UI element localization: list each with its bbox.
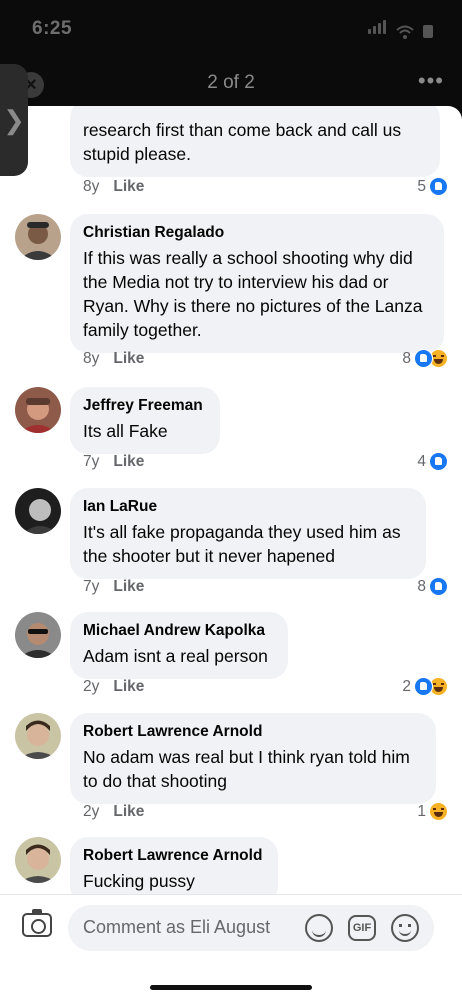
reaction-summary[interactable]: 4 bbox=[417, 452, 448, 471]
like-button[interactable]: Like bbox=[113, 178, 144, 195]
reaction-summary[interactable]: 5 bbox=[417, 177, 448, 196]
like-reaction-icon bbox=[414, 677, 433, 696]
avatar[interactable] bbox=[15, 214, 61, 260]
like-button[interactable]: Like bbox=[113, 578, 144, 595]
status-time: 6:25 bbox=[32, 18, 73, 39]
reaction-count: 8 bbox=[417, 577, 426, 595]
comment-age: 2y bbox=[83, 678, 100, 695]
viewer-top-bar: × 2 of 2 ••• bbox=[0, 62, 462, 106]
comment-text: Fucking pussy bbox=[83, 871, 195, 891]
avatar[interactable] bbox=[15, 713, 61, 759]
commenter-name[interactable]: Ian LaRue bbox=[83, 498, 413, 516]
avatar-sticker-icon[interactable] bbox=[305, 914, 333, 942]
home-indicator bbox=[150, 985, 312, 990]
battery-icon bbox=[423, 25, 433, 38]
comment-meta: 7y Like bbox=[83, 578, 144, 596]
comment-composer: Comment as Eli August GIF bbox=[0, 894, 462, 1000]
wifi-icon bbox=[396, 25, 414, 39]
reaction-summary[interactable]: 1 bbox=[417, 802, 448, 821]
screen: 6:25 × 2 of 2 ••• ❯ research first than … bbox=[0, 0, 462, 1000]
commenter-name[interactable]: Robert Lawrence Arnold bbox=[83, 723, 423, 741]
comment-text: No adam was real but I think ryan told h… bbox=[83, 747, 410, 791]
reaction-count: 4 bbox=[417, 452, 426, 470]
comment-input[interactable]: Comment as Eli August GIF bbox=[68, 905, 434, 951]
gif-icon[interactable]: GIF bbox=[348, 915, 376, 941]
like-reaction-icon bbox=[414, 349, 433, 368]
commenter-name[interactable]: Christian Regalado bbox=[83, 224, 431, 242]
comment-text: It's all fake propaganda they used him a… bbox=[83, 522, 401, 566]
comment-age: 8y bbox=[83, 350, 100, 367]
avatar[interactable] bbox=[15, 387, 61, 433]
page-indicator: 2 of 2 bbox=[207, 72, 255, 93]
reaction-count: 2 bbox=[402, 677, 411, 695]
comment-bubble: Christian Regalado If this was really a … bbox=[70, 214, 444, 353]
comment-text: Adam isnt a real person bbox=[83, 646, 268, 666]
like-button[interactable]: Like bbox=[113, 803, 144, 820]
camera-icon[interactable] bbox=[22, 909, 52, 937]
commenter-name[interactable]: Jeffrey Freeman bbox=[83, 397, 207, 415]
like-button[interactable]: Like bbox=[113, 678, 144, 695]
comment-age: 8y bbox=[83, 178, 100, 195]
commenter-name[interactable]: Michael Andrew Kapolka bbox=[83, 622, 275, 640]
comment-meta: 7y Like bbox=[83, 453, 144, 471]
more-options-icon[interactable]: ••• bbox=[418, 68, 444, 94]
commenter-name[interactable]: Robert Lawrence Arnold bbox=[83, 847, 265, 865]
reaction-summary[interactable]: 8 bbox=[402, 349, 448, 368]
status-icons bbox=[368, 20, 434, 39]
comment-bubble: Ian LaRue It's all fake propaganda they … bbox=[70, 488, 426, 579]
comment-text: If this was really a school shooting why… bbox=[83, 248, 423, 340]
comment-bubble: Jeffrey Freeman Its all Fake bbox=[70, 387, 220, 454]
avatar[interactable] bbox=[15, 612, 61, 658]
signal-icon bbox=[368, 20, 388, 39]
reaction-count: 1 bbox=[417, 802, 426, 820]
reaction-count: 8 bbox=[402, 349, 411, 367]
status-bar: 6:25 bbox=[0, 0, 462, 56]
reaction-count: 5 bbox=[417, 177, 426, 195]
comment-age: 2y bbox=[83, 803, 100, 820]
reaction-summary[interactable]: 8 bbox=[417, 577, 448, 596]
like-button[interactable]: Like bbox=[113, 350, 144, 367]
avatar[interactable] bbox=[15, 488, 61, 534]
comment-meta: 2y Like bbox=[83, 803, 144, 821]
comment-age: 7y bbox=[83, 453, 100, 470]
emoji-icon[interactable] bbox=[391, 914, 419, 942]
comment-bubble: Michael Andrew Kapolka Adam isnt a real … bbox=[70, 612, 288, 679]
side-panel-handle[interactable]: ❯ bbox=[0, 64, 28, 176]
like-reaction-icon bbox=[429, 177, 448, 196]
comments-sheet: research first than come back and call u… bbox=[0, 106, 462, 1000]
comment-meta: 2y Like bbox=[83, 678, 144, 696]
avatar[interactable] bbox=[15, 837, 61, 883]
comment-bubble: research first than come back and call u… bbox=[70, 106, 440, 177]
like-button[interactable]: Like bbox=[113, 453, 144, 470]
like-reaction-icon bbox=[429, 452, 448, 471]
like-reaction-icon bbox=[429, 577, 448, 596]
comment-bubble: Robert Lawrence Arnold No adam was real … bbox=[70, 713, 436, 804]
comment-text: Its all Fake bbox=[83, 421, 168, 441]
haha-reaction-icon bbox=[429, 802, 448, 821]
reaction-summary[interactable]: 2 bbox=[402, 677, 448, 696]
comment-age: 7y bbox=[83, 578, 100, 595]
comment-meta: 8y Like bbox=[83, 350, 144, 368]
comment-text: research first than come back and call u… bbox=[83, 120, 402, 164]
comment-input-placeholder: Comment as Eli August bbox=[83, 917, 271, 937]
comment-meta: 8y Like bbox=[83, 178, 144, 196]
